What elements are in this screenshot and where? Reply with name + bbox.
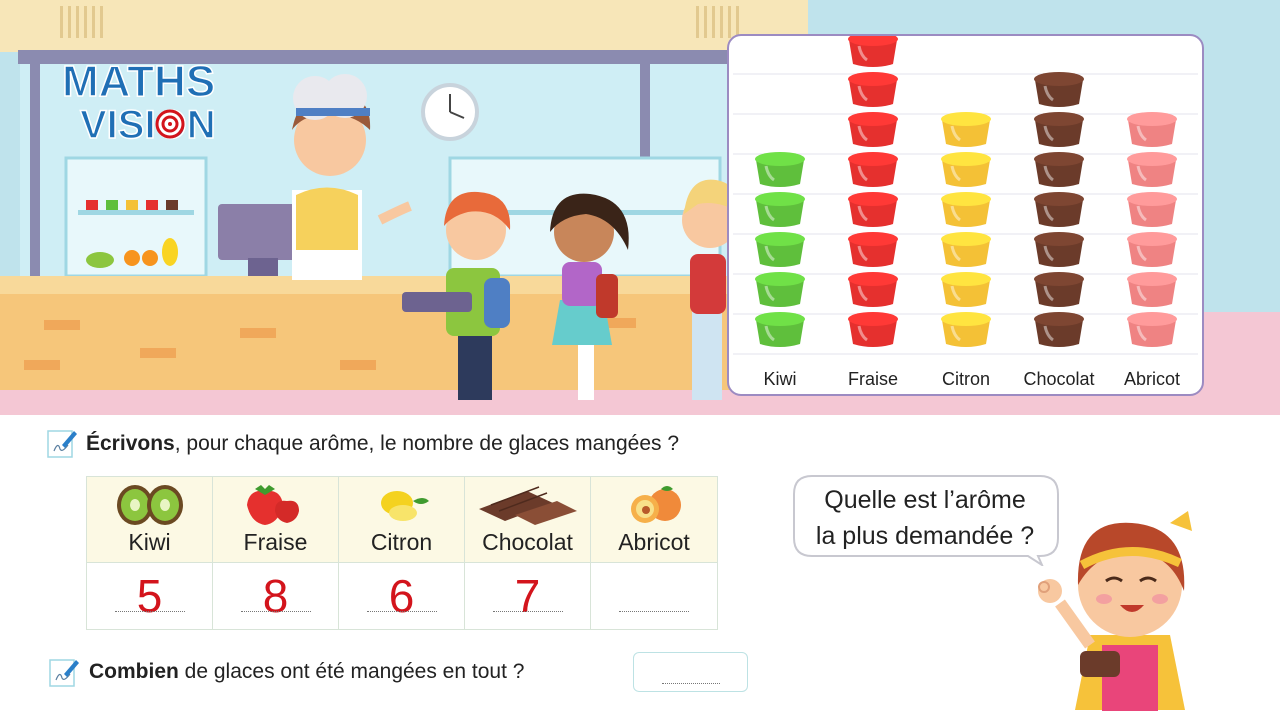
pictogram-chart (733, 36, 1198, 355)
table-value-fraise: 8 (262, 570, 289, 622)
table-label-chocolat: Chocolat (482, 529, 573, 555)
table-label-fraise: Fraise (243, 529, 308, 555)
table-label-kiwi: Kiwi (128, 529, 171, 555)
table-value-citron: 6 (388, 570, 415, 622)
question-2-text: de glaces ont été mangées en tout ? (178, 660, 525, 683)
table-header-cell: Citron (339, 477, 464, 563)
ice-cream-cup-chocolat (1034, 192, 1084, 227)
ice-cream-cup-kiwi (755, 232, 805, 267)
question-2-bold: Combien (89, 660, 179, 683)
table-value-chocolat: 7 (514, 570, 541, 622)
ice-cream-cup-fraise (848, 36, 898, 67)
ice-cream-cup-fraise (848, 112, 898, 147)
ice-cream-cup-chocolat (1034, 232, 1084, 267)
maths-vision-logo: MATHS VISION (60, 56, 240, 151)
answer-dotted-line (367, 611, 437, 612)
logo-line2: VISION (80, 103, 216, 146)
chocolate-icon (479, 486, 577, 525)
table-header-cell: Fraise (213, 477, 338, 563)
ice-cream-cup-fraise (848, 152, 898, 187)
ice-cream-cup-chocolat (1034, 272, 1084, 307)
ice-cream-cup-kiwi (755, 192, 805, 227)
bubble-line1: Quelle est l’arôme (824, 486, 1026, 514)
table-header-cell: Abricot (591, 477, 717, 563)
ice-cream-cup-abricot (1127, 232, 1177, 267)
ice-cream-cup-abricot (1127, 192, 1177, 227)
answer-dotted-line (619, 611, 689, 612)
category-label-citron: Citron (941, 369, 990, 389)
table-label-citron: Citron (370, 529, 433, 555)
answer-dotted-line (493, 611, 563, 612)
cafeteria-scene: MATHS VISION Kiwi Fraise Citron Chocolat… (0, 0, 1280, 415)
ice-cream-cup-kiwi (755, 272, 805, 307)
category-label-abricot: Abricot (1123, 369, 1181, 389)
table-header-cell: Chocolat (465, 477, 590, 563)
strawberry-icon (247, 485, 299, 525)
ice-cream-cup-fraise (848, 312, 898, 347)
ice-cream-cup-fraise (848, 72, 898, 107)
total-answer-box[interactable] (633, 652, 748, 692)
logo-graphic: MATHS VISION (61, 56, 216, 148)
answer-dotted-line (115, 611, 185, 612)
question-2: Combien de glaces ont été mangées en tou… (89, 660, 524, 684)
table-column-kiwi: Kiwi 5 (87, 477, 213, 629)
category-label-kiwi: Kiwi (763, 369, 797, 389)
pencil-icon (49, 659, 79, 687)
answer-dotted-line (241, 611, 311, 612)
pencil-icon (47, 430, 77, 458)
count-table: Kiwi 5 Fraise 8 Citron 6 Chocolat 7 Abri… (86, 476, 718, 630)
girl-character (1038, 511, 1192, 711)
answer-dotted-line (662, 683, 720, 684)
ice-cream-cup-citron (941, 312, 991, 347)
ice-cream-cup-chocolat (1034, 312, 1084, 347)
ice-cream-pictogram: Kiwi Fraise Citron Chocolat Abricot (727, 34, 1204, 396)
question-1-bold: Écrivons (86, 432, 175, 455)
category-label-chocolat: Chocolat (1023, 369, 1095, 389)
table-value-kiwi: 5 (136, 570, 163, 622)
ice-cream-cup-abricot (1127, 272, 1177, 307)
table-column-abricot: Abricot (591, 477, 717, 629)
ice-cream-cup-citron (941, 272, 991, 307)
lemon-icon (381, 491, 429, 521)
table-column-citron: Citron 6 (339, 477, 465, 629)
question-1-text: , pour chaque arôme, le nombre de glaces… (174, 432, 680, 455)
question-1: Écrivons, pour chaque arôme, le nombre d… (86, 432, 679, 456)
category-label-fraise: Fraise (847, 369, 898, 389)
ice-cream-cup-abricot (1127, 152, 1177, 187)
apricot-icon (631, 486, 681, 523)
ice-cream-cup-chocolat (1034, 72, 1084, 107)
ice-cream-cup-citron (941, 152, 991, 187)
target-icon (155, 109, 185, 139)
table-label-abricot: Abricot (618, 529, 690, 555)
ice-cream-cup-chocolat (1034, 112, 1084, 147)
bubble-line2: la plus demandée ? (815, 522, 1035, 550)
table-column-chocolat: Chocolat 7 (465, 477, 591, 629)
table-header-cell: Kiwi (87, 477, 212, 563)
logo-line1: MATHS (62, 57, 215, 106)
ice-cream-cup-fraise (848, 232, 898, 267)
ice-cream-cup-abricot (1127, 112, 1177, 147)
ice-cream-cup-citron (941, 112, 991, 147)
ice-cream-cup-citron (941, 232, 991, 267)
ice-cream-cup-chocolat (1034, 152, 1084, 187)
ice-cream-cup-kiwi (755, 312, 805, 347)
ice-cream-cup-citron (941, 192, 991, 227)
ice-cream-cup-fraise (848, 192, 898, 227)
bubble-text: Quelle est l’arôme la plus demandée ? (792, 482, 1058, 554)
ice-cream-cup-fraise (848, 272, 898, 307)
kiwi-icon (117, 485, 183, 525)
ice-cream-cup-abricot (1127, 312, 1177, 347)
table-column-fraise: Fraise 8 (213, 477, 339, 629)
ice-cream-cup-kiwi (755, 152, 805, 187)
